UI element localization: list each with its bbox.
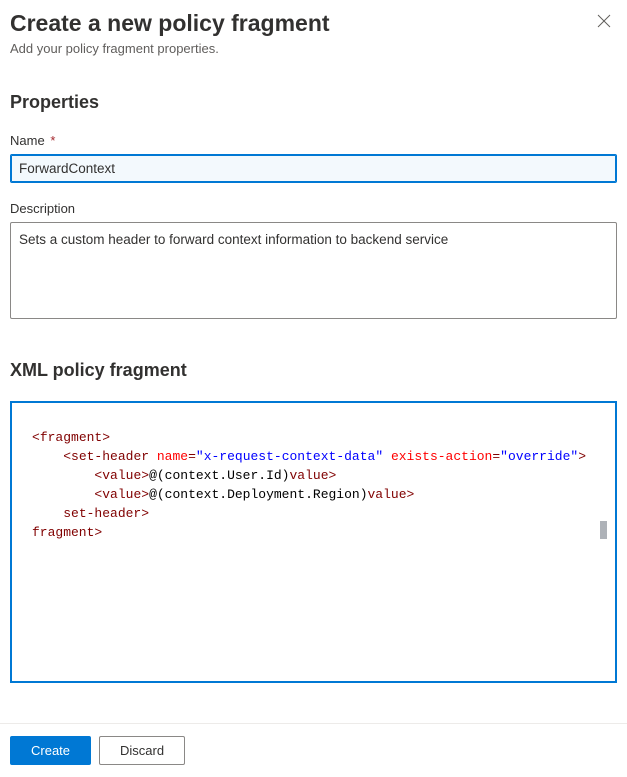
description-label: Description	[10, 201, 617, 216]
description-input[interactable]	[10, 222, 617, 319]
discard-button[interactable]: Discard	[99, 736, 185, 765]
editor-cursor	[600, 521, 607, 539]
name-label-text: Name	[10, 133, 45, 148]
name-input[interactable]	[10, 154, 617, 183]
panel-subtitle: Add your policy fragment properties.	[10, 41, 597, 56]
xml-editor[interactable]: <fragment> <set-header name="x-request-c…	[10, 401, 617, 683]
required-indicator: *	[50, 133, 55, 148]
name-label: Name *	[10, 133, 617, 148]
xml-heading: XML policy fragment	[10, 360, 617, 381]
close-icon[interactable]	[597, 14, 617, 34]
properties-heading: Properties	[10, 92, 617, 113]
create-button[interactable]: Create	[10, 736, 91, 765]
panel-title: Create a new policy fragment	[10, 10, 597, 37]
footer: Create Discard	[0, 723, 627, 777]
